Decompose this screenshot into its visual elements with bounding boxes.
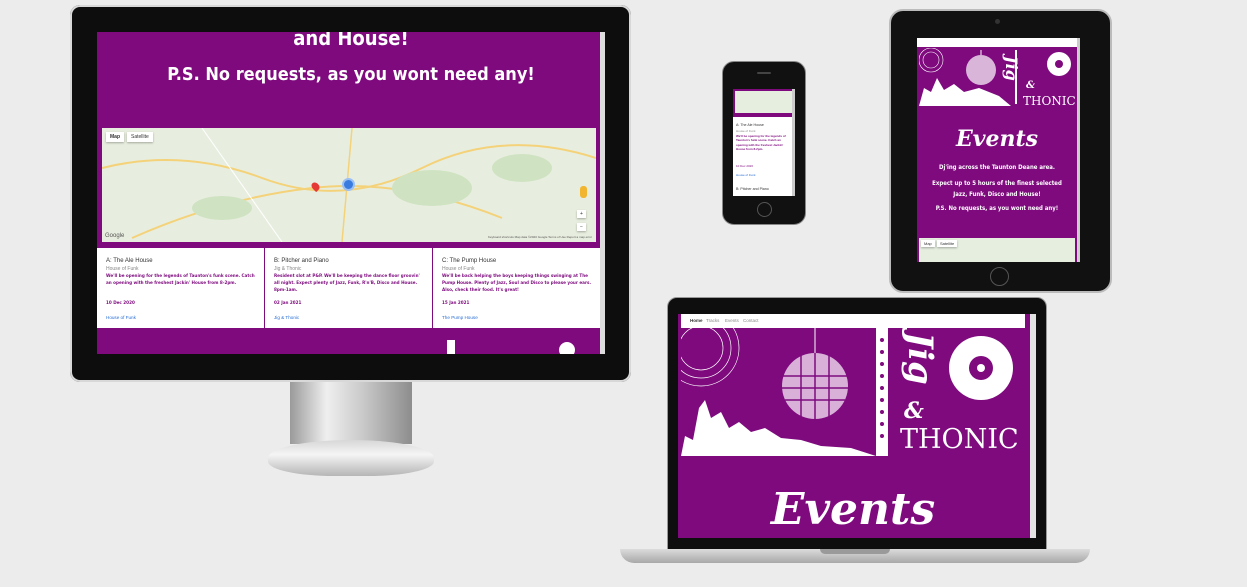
phone-speaker xyxy=(757,72,771,74)
tablet-brand-top: Jig xyxy=(1002,56,1021,81)
event-title: C: The Pump House xyxy=(442,258,497,264)
zoom-out-button[interactable]: − xyxy=(577,223,586,231)
tablet-scrollbar[interactable] xyxy=(1077,38,1080,262)
laptop-brand-bottom: THONIC xyxy=(900,424,1019,455)
tablet-line-1: Dj'ing across the Taunton Deane area. xyxy=(939,164,1055,171)
tablet-line-3: P.S. No requests, as you wont need any! xyxy=(935,205,1059,212)
phone-card-desc: We'll be opening for the legends of Taun… xyxy=(736,134,786,152)
map-type-satellite[interactable]: Satellite xyxy=(127,132,153,142)
hero-line-1: and House! xyxy=(293,32,409,50)
laptop-heading: Events xyxy=(770,484,936,535)
hero-line-2: P.S. No requests, as you wont need any! xyxy=(167,64,535,85)
event-host: Jig & Thonic xyxy=(274,266,302,272)
tablet-home-button[interactable] xyxy=(990,267,1009,286)
tablet-navbar xyxy=(917,38,1077,47)
monitor-screen: and House! P.S. No requests, as you wont… xyxy=(97,32,605,354)
event-link[interactable]: The Pump House xyxy=(442,315,478,320)
phone-next-title: B: Pitcher and Piano xyxy=(736,187,769,191)
monitor-base xyxy=(268,440,434,476)
tablet-map-type-satellite[interactable]: Satellite xyxy=(937,240,958,247)
event-link[interactable]: House of Funk xyxy=(106,315,136,320)
scrollbar[interactable] xyxy=(600,32,605,354)
laptop-brand-amp: & xyxy=(904,398,924,424)
phone-card-host: House of Funk xyxy=(736,129,756,133)
event-date: 02 Jan 2021 xyxy=(274,301,302,306)
event-description: We'll be opening for the legends of Taun… xyxy=(106,274,255,286)
tablet-line-2: Expect up to 5 hours of the finest selec… xyxy=(932,180,1062,198)
laptop-scrollbar[interactable] xyxy=(1030,314,1036,538)
monitor-neck xyxy=(290,382,412,444)
tablet-map-type-map[interactable]: Map xyxy=(921,240,935,247)
google-logo: Google xyxy=(105,233,125,239)
phone-mockup: A: The Ale House House of Funk We'll be … xyxy=(722,61,806,225)
event-card: A: The Ale House House of Funk We'll be … xyxy=(97,248,264,328)
event-date: 10 Dec 2020 xyxy=(106,301,135,306)
event-card: C: The Pump House House of Funk We'll be… xyxy=(433,248,600,328)
tablet-brand-amp: & xyxy=(1026,80,1036,91)
phone-map-strip xyxy=(733,89,795,117)
nav-home[interactable]: Home xyxy=(690,318,703,323)
event-title: A: The Ale House xyxy=(106,258,153,264)
tablet-map[interactable]: Map Satellite xyxy=(919,238,1075,262)
event-card: B: Pitcher and Piano Jig & Thonic Reside… xyxy=(265,248,432,328)
laptop-screen: Home Tracks Events Contact Jig & THONIC … xyxy=(678,314,1036,538)
google-map[interactable]: Map Satellite + − Google Keyboard shortc… xyxy=(102,128,596,242)
event-host: House of Funk xyxy=(106,266,139,272)
tablet-screen: Jig & THONIC Events Dj'ing across the Ta… xyxy=(917,38,1080,262)
nav-events[interactable]: Events xyxy=(725,318,739,323)
pegman-icon[interactable] xyxy=(580,186,587,198)
event-link[interactable]: Jig & Thonic xyxy=(274,315,299,320)
zoom-in-button[interactable]: + xyxy=(577,210,586,218)
phone-scrollbar[interactable] xyxy=(792,89,795,196)
nav-contact[interactable]: Contact xyxy=(743,318,759,323)
desktop-monitor-mockup: and House! P.S. No requests, as you wont… xyxy=(70,5,631,382)
phone-card-title: A: The Ale House xyxy=(736,123,764,127)
phone-screen: A: The Ale House House of Funk We'll be … xyxy=(733,89,795,196)
tablet-camera xyxy=(995,19,1000,24)
laptop-notch xyxy=(820,549,890,554)
event-title: B: Pitcher and Piano xyxy=(274,258,329,264)
phone-card-date: 10 Dec 2020 xyxy=(736,164,754,168)
tablet-heading: Events xyxy=(955,126,1039,152)
map-cluster-icon[interactable] xyxy=(342,178,355,191)
laptop-navbar: Home Tracks Events Contact xyxy=(681,314,1025,328)
event-description: We'll be back helping the boys keeping t… xyxy=(442,274,592,293)
tablet-mockup: Jig & THONIC Events Dj'ing across the Ta… xyxy=(889,9,1112,293)
footer-record-icon xyxy=(559,342,575,354)
map-type-map[interactable]: Map xyxy=(106,132,124,142)
event-host: House of Funk xyxy=(442,266,475,272)
event-description: Resident slot at P&P. We'll be keeping t… xyxy=(274,274,420,293)
tablet-brand-bottom: THONIC xyxy=(1023,94,1076,108)
phone-card-link[interactable]: House of Funk xyxy=(736,173,756,177)
footer-logo-fragment xyxy=(447,340,455,354)
laptop-mockup: Home Tracks Events Contact Jig & THONIC … xyxy=(667,297,1047,551)
phone-home-button[interactable] xyxy=(757,202,772,217)
event-date: 15 Jan 2021 xyxy=(442,301,470,306)
map-credit: Keyboard shortcuts Map data ©2020 Google… xyxy=(487,235,592,239)
nav-tracks[interactable]: Tracks xyxy=(706,318,719,323)
laptop-brand-top: Jig xyxy=(900,332,940,385)
